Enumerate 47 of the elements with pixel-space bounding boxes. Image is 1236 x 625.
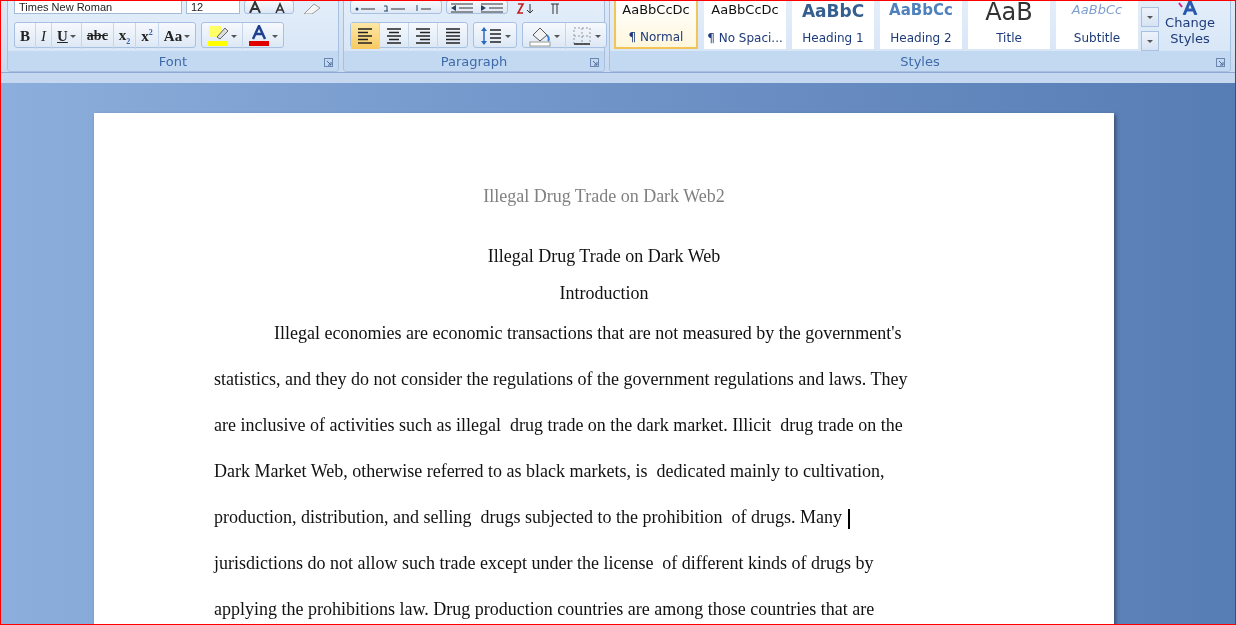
line-spacing-icon (479, 25, 503, 47)
section-heading: Introduction (559, 283, 649, 304)
sup-button[interactable]: x$^{2}$ (136, 23, 159, 49)
text-line: applying the prohibitions law. Drug production countries are among those countries that are (214, 599, 875, 619)
text-line: statistics, and they do not consider the regulations of the government regulations and laws. They (214, 369, 908, 389)
caret-icon (595, 34, 601, 38)
caret-icon (1147, 39, 1153, 43)
caret-icon (231, 34, 238, 38)
sub-button[interactable]: x$_{2}$ (113, 23, 137, 49)
dialog-launcher-icon[interactable] (590, 58, 599, 67)
case-button[interactable]: Aa (158, 23, 196, 49)
caret-icon (69, 34, 76, 38)
text-line: jurisdictions do not allow such trade except under the license of different kinds of drugs by (214, 553, 874, 573)
text-line: Dark Market Web, otherwise referred to as black markets, is dedicated mainly to cultivation, (214, 461, 885, 481)
underline-button[interactable]: U (52, 23, 82, 49)
text-line: are inclusive of activities such as illegal drug trade on the dark market. Illicit drug trade on the (214, 415, 903, 435)
italic-button[interactable]: I (36, 23, 52, 49)
group-label: Font (158, 53, 188, 69)
style-item[interactable]: AaBbC Heading 1 (792, 1, 874, 49)
bold-button[interactable]: B (15, 23, 36, 49)
dialog-launcher-icon[interactable] (1216, 58, 1225, 67)
borders-icon (571, 25, 593, 47)
style-item[interactable]: AaBbCcDc ¶ No Spaci... (704, 1, 786, 49)
style-item[interactable]: AaBbCc Subtitle (1056, 1, 1138, 49)
caret-icon (554, 34, 560, 38)
paint-bucket-icon (528, 25, 552, 47)
style-item[interactable]: AaBbCcDc ¶ Normal (614, 1, 698, 49)
page-header: Illegal Drug Trade on Dark Web2 (483, 186, 725, 207)
caret-icon (272, 34, 279, 38)
strike-button[interactable]: abc (81, 23, 114, 49)
caret-icon (184, 34, 191, 38)
caret-icon (505, 34, 511, 38)
group-label: Styles (900, 53, 940, 69)
text-line: production, distribution, and selling drugs subjected to the prohibition of drugs. Many (214, 507, 842, 527)
font-color-icon (248, 25, 271, 47)
group-label: Paragraph (440, 53, 508, 69)
font-name-field[interactable]: Times New Roman (14, 1, 182, 14)
style-item[interactable]: AaB Title (968, 1, 1050, 49)
change-styles-button[interactable]: Change Styles (1162, 1, 1218, 51)
caret-icon (1147, 15, 1153, 19)
align-left-button[interactable] (351, 23, 380, 49)
dialog-launcher-icon[interactable] (324, 58, 333, 67)
text-line: Illegal economies are economic transactions that are not measured by the government's (274, 323, 902, 343)
document-title: Illegal Drug Trade on Dark Web (487, 246, 721, 267)
style-item[interactable]: AaBbCc Heading 2 (880, 1, 962, 49)
highlighter-icon (207, 25, 230, 47)
font-size-field[interactable]: 12 (186, 1, 240, 14)
